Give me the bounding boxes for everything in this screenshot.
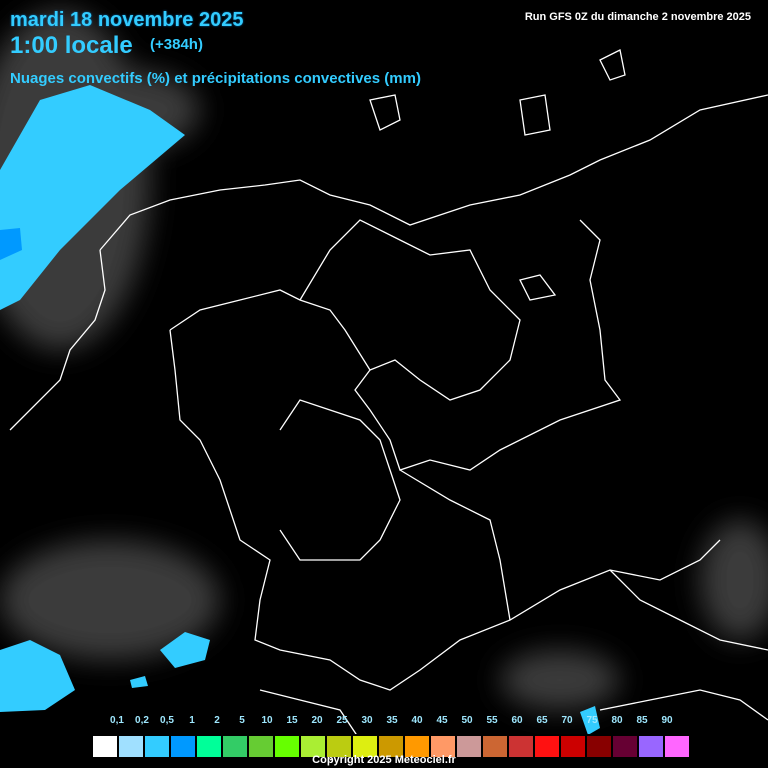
weather-map: mardi 18 novembre 2025 1:00 locale (+384… bbox=[0, 0, 768, 768]
model-run: Run GFS 0Z du dimanche 2 novembre 2025 bbox=[524, 11, 751, 23]
forecast-lead: (+384h) bbox=[150, 36, 203, 53]
map-title: Nuages convectifs (%) et précipitations … bbox=[10, 70, 421, 87]
copyright: Copyright 2025 Meteociel.fr bbox=[312, 754, 456, 766]
forecast-date: mardi 18 novembre 2025 bbox=[10, 9, 244, 31]
legend-label: 90 bbox=[661, 715, 673, 726]
map-canvas bbox=[0, 10, 768, 761]
forecast-time: 1:00 locale bbox=[10, 32, 133, 59]
